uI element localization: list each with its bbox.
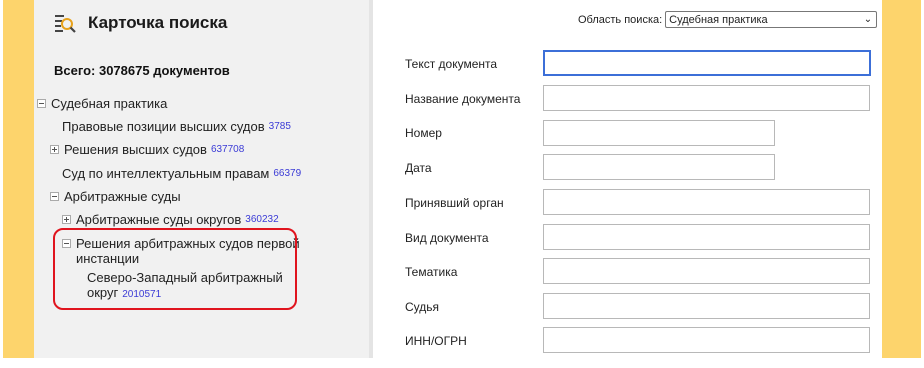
search-area-row: Область поиска: Судебная практика ⌄: [578, 11, 878, 28]
field-label-issuing-body: Принявший орган: [405, 196, 504, 210]
field-label-inn-ogrn: ИНН/ОГРН: [405, 334, 467, 348]
search-area-label: Область поиска:: [578, 13, 663, 26]
tree-item-label: Арбитражные суды: [64, 189, 181, 204]
tree-item-count: 66379: [273, 168, 302, 179]
field-label-topic: Тематика: [405, 265, 458, 279]
right-accent-stripe: [882, 0, 921, 358]
tree-item-count: 3785: [268, 121, 291, 132]
judge-input[interactable]: [543, 293, 870, 319]
collapse-icon[interactable]: [37, 99, 46, 108]
tree-item-label: Решения высших судов: [64, 142, 207, 157]
tree-item-ip-court[interactable]: Суд по интеллектуальным правам 66379: [62, 166, 301, 181]
tree-item-legal-positions[interactable]: Правовые позиции высших судов 3785: [62, 119, 291, 134]
search-area-value: Судебная практика: [669, 13, 768, 26]
expand-icon[interactable]: [50, 145, 59, 154]
left-accent-stripe: [3, 0, 34, 358]
tree-item-arbitration-courts[interactable]: Арбитражные суды: [50, 189, 181, 204]
tree-item-label: Правовые позиции высших судов: [62, 119, 265, 134]
field-label-judge: Судья: [405, 300, 440, 314]
field-label-date: Дата: [405, 161, 432, 175]
tree-item-high-courts[interactable]: Решения высших судов 637708: [50, 142, 244, 157]
search-card-window: Карточка поиска Всего: 3078675 документо…: [0, 0, 924, 368]
search-area-select[interactable]: Судебная практика ⌄: [665, 11, 878, 28]
number-input[interactable]: [543, 120, 775, 146]
tree-item-district-arbitration[interactable]: Арбитражные суды округов 360232: [62, 212, 279, 227]
tree-item-label: Арбитражные суды округов: [76, 212, 242, 227]
search-list-icon: [55, 15, 76, 33]
inn-ogrn-input[interactable]: [543, 327, 870, 353]
search-form: Область поиска: Судебная практика ⌄ Текс…: [373, 0, 882, 358]
date-input[interactable]: [543, 154, 775, 180]
total-documents: Всего: 3078675 документов: [54, 63, 230, 78]
chevron-down-icon: ⌄: [863, 14, 873, 25]
tree-item-court-practice[interactable]: Судебная практика: [37, 96, 167, 111]
topic-input[interactable]: [543, 258, 870, 284]
document-type-input[interactable]: [543, 224, 870, 250]
tree-item-count: 360232: [245, 214, 279, 225]
page-title: Карточка поиска: [88, 13, 228, 32]
tree-item-label: Суд по интеллектуальным правам: [62, 166, 270, 181]
document-title-input[interactable]: [543, 85, 870, 111]
issuing-body-input[interactable]: [543, 189, 870, 215]
field-label-document-text: Текст документа: [405, 57, 498, 71]
tree-item-label: Судебная практика: [51, 96, 168, 111]
page-title-row: Карточка поиска: [54, 11, 227, 35]
collapse-icon[interactable]: [50, 192, 59, 201]
document-text-input[interactable]: [543, 50, 871, 76]
field-label-document-title: Название документа: [405, 92, 521, 106]
field-label-document-type: Вид документа: [405, 231, 489, 245]
field-label-number: Номер: [405, 126, 442, 140]
tree-item-count: 637708: [210, 144, 245, 155]
highlight-annotation: [53, 228, 297, 310]
expand-icon[interactable]: [62, 215, 71, 224]
